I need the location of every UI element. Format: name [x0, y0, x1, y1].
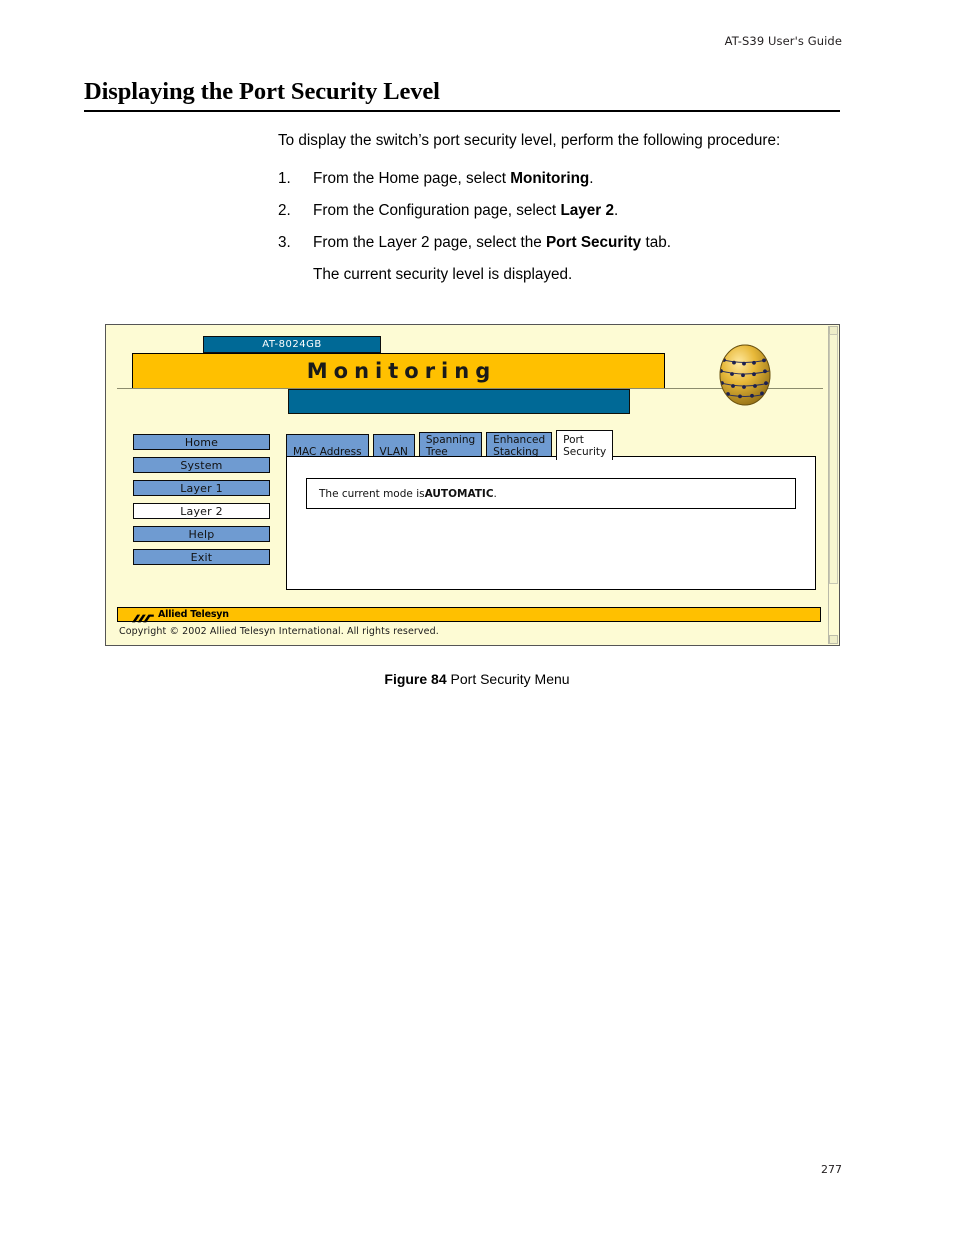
sidebar-item-layer-1[interactable]: Layer 1 — [133, 480, 270, 496]
tab-label-line1: Spanning — [425, 434, 476, 446]
running-header: AT-S39 User's Guide — [724, 34, 842, 48]
step-text-bold: Monitoring — [510, 169, 590, 187]
banner-title: Monitoring — [306, 359, 497, 383]
allied-telesyn-logo-icon — [132, 610, 154, 623]
sidebar-nav: Home System Layer 1 Layer 2 Help Exit — [133, 434, 270, 572]
sidebar-item-help[interactable]: Help — [133, 526, 270, 542]
figure-caption: Figure 84 Port Security Menu — [0, 671, 954, 687]
post-steps-note: The current security level is displayed. — [313, 265, 573, 283]
tab-port-security[interactable]: Port Security — [556, 430, 614, 460]
mode-text-post: . — [493, 487, 497, 500]
footer-brand-bar: Allied Telesyn — [117, 607, 821, 623]
app-window: AT-8024GB Monitoring Home System Layer 1… — [105, 324, 840, 646]
step-text-pre: From the Home page, select — [313, 169, 511, 187]
sidebar-item-layer-2[interactable]: Layer 2 — [133, 503, 270, 519]
tab-label-line1: Enhanced — [493, 434, 546, 446]
device-model-label: AT-8024GB — [203, 336, 381, 353]
intro-paragraph: To display the switch’s port security le… — [278, 132, 781, 149]
step-number: 1. — [278, 169, 291, 187]
tab-label-line1: Port — [563, 434, 584, 446]
sidebar-item-exit[interactable]: Exit — [133, 549, 270, 565]
banner-accent-bar — [288, 389, 630, 414]
brand-name: Allied Telesyn — [158, 609, 229, 620]
step-item: 1. From the Home page, select Monitoring. — [278, 168, 838, 190]
sidebar-item-home[interactable]: Home — [133, 434, 270, 450]
current-mode-readout: The current mode is AUTOMATIC. — [306, 478, 796, 509]
step-number: 3. — [278, 233, 291, 251]
sidebar-item-system[interactable]: System — [133, 457, 270, 473]
page-banner: Monitoring — [132, 353, 665, 389]
figure-port-security-menu: AT-8024GB Monitoring Home System Layer 1… — [105, 324, 840, 646]
mode-text-pre: The current mode is — [319, 487, 425, 500]
copyright-text: Copyright © 2002 Allied Telesyn Internat… — [119, 626, 439, 637]
page-title: Displaying the Port Security Level — [84, 78, 440, 105]
body-column: To display the switch’s port security le… — [278, 130, 838, 285]
step-text-pre: From the Layer 2 page, select the — [313, 233, 546, 251]
step-text-pre: From the Configuration page, select — [313, 201, 561, 219]
step-item: 3. From the Layer 2 page, select the Port… — [278, 232, 838, 254]
vertical-scrollbar[interactable] — [828, 326, 838, 644]
step-text-post: . — [589, 169, 594, 187]
page-number: 277 — [821, 1163, 842, 1176]
scrollbar-thumb[interactable] — [829, 334, 838, 584]
app-window-body: AT-8024GB Monitoring Home System Layer 1… — [107, 326, 838, 644]
figure-caption-text: Port Security Menu — [450, 671, 570, 687]
scroll-down-arrow-icon[interactable] — [829, 635, 838, 644]
step-text-post: tab. — [641, 233, 671, 251]
step-text-bold: Layer 2 — [560, 201, 615, 219]
step-item: 2. From the Configuration page, select La… — [278, 200, 838, 222]
tab-content-panel: The current mode is AUTOMATIC. — [286, 456, 816, 590]
figure-number: Figure 84 — [384, 671, 447, 687]
step-text-bold: Port Security — [545, 233, 642, 251]
title-divider — [84, 110, 840, 112]
tab-label-line2: Security — [563, 445, 607, 458]
step-text-post: . — [614, 201, 619, 219]
mode-value: AUTOMATIC — [424, 487, 494, 500]
network-globe-icon — [710, 340, 780, 410]
step-number: 2. — [278, 201, 291, 219]
procedure-steps: 1. From the Home page, select Monitoring.… — [278, 168, 838, 254]
